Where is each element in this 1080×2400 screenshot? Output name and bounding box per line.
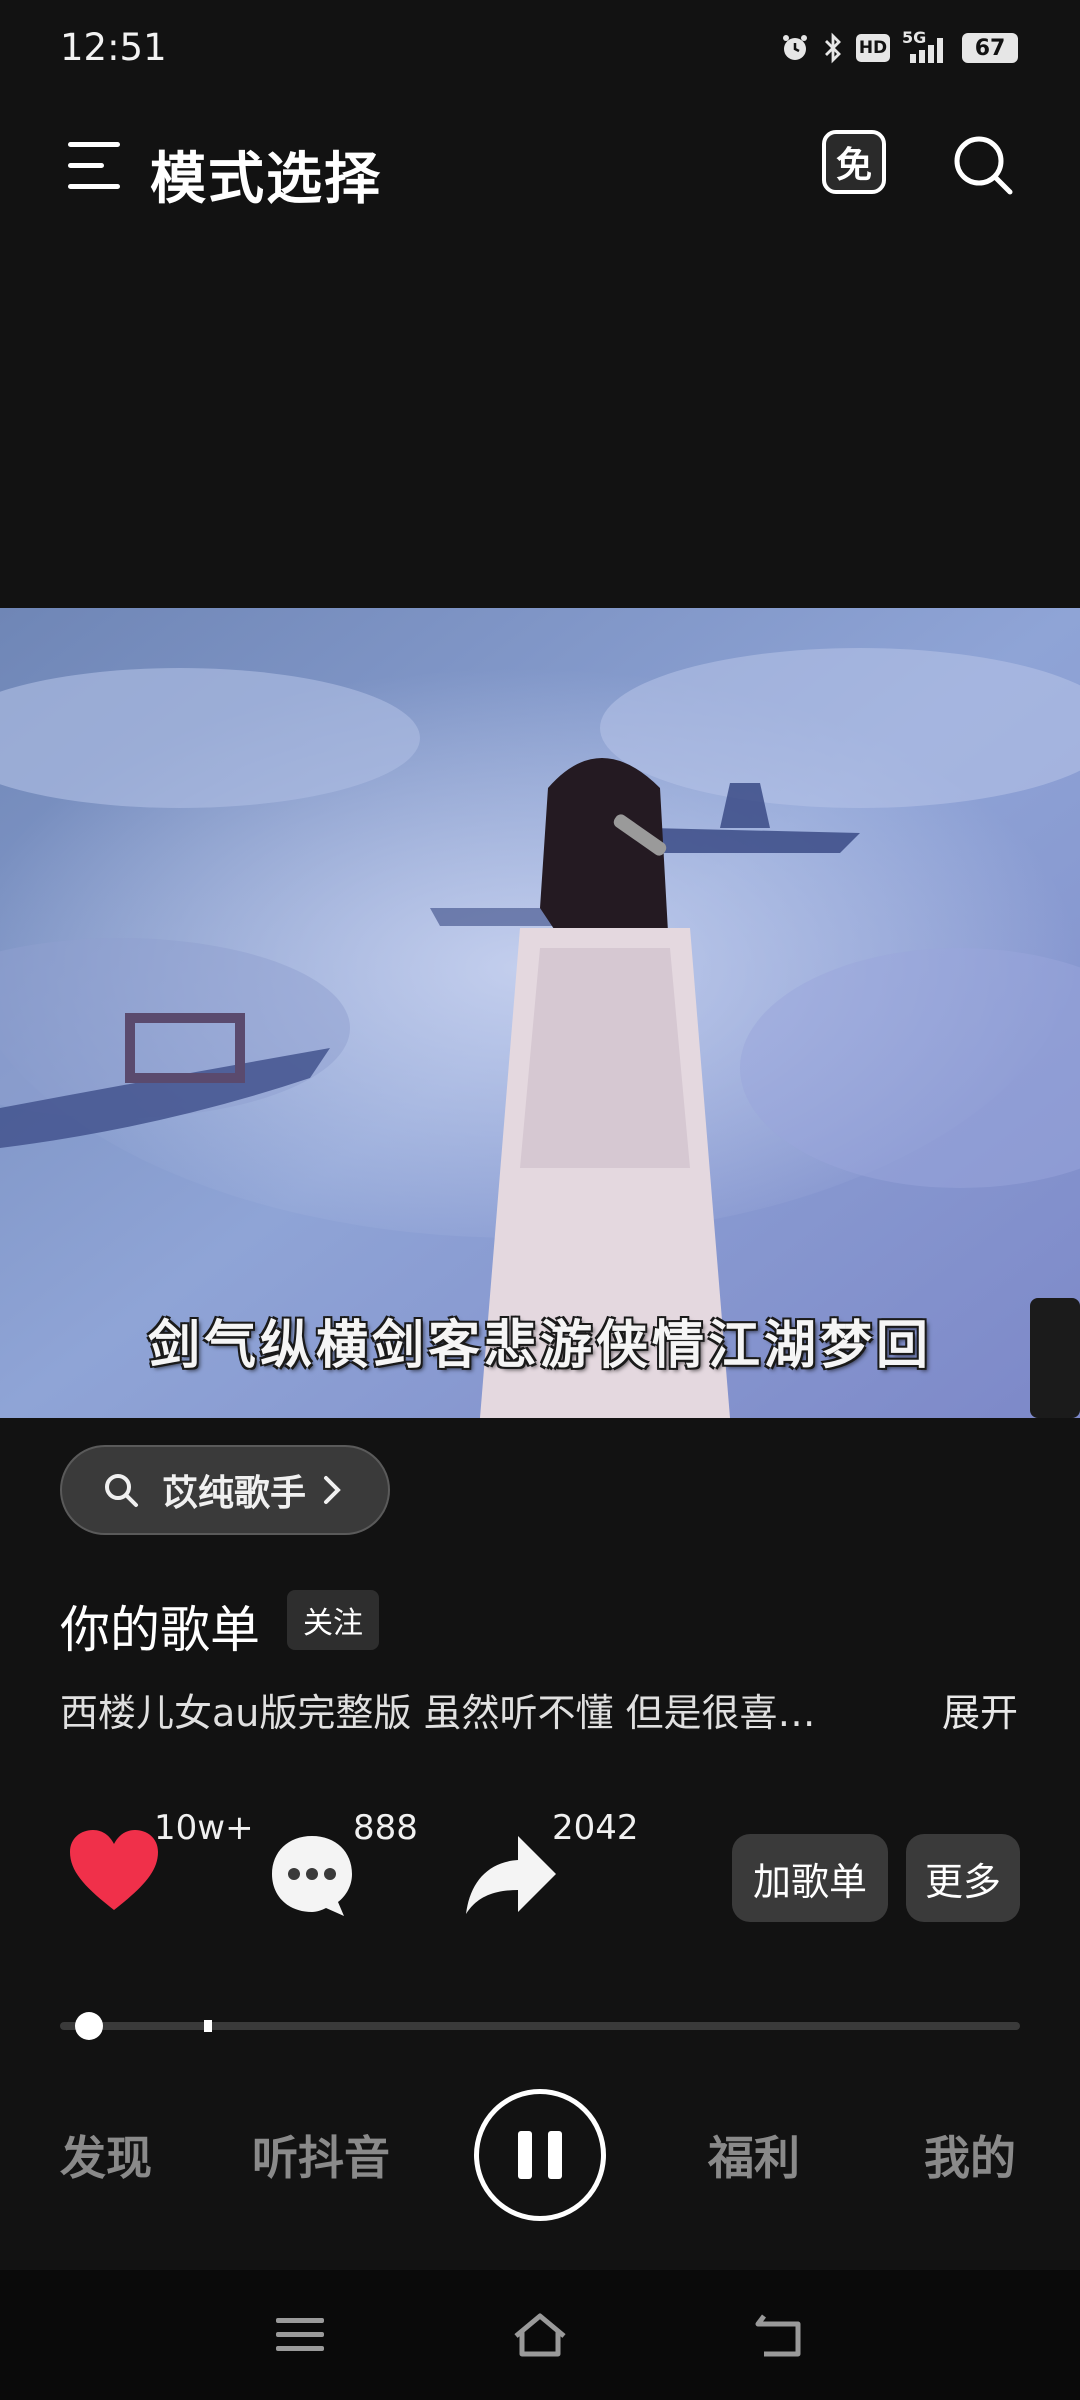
video-subtitle: 剑气纵横剑客悲游侠情江湖梦回 (147, 1315, 932, 1376)
bottom-nav: 发现 听抖音 福利 我的 (0, 2080, 1080, 2270)
follow-button[interactable]: 关注 (287, 1590, 379, 1650)
home-icon[interactable] (510, 2310, 570, 2360)
status-time: 12:51 (60, 26, 167, 69)
related-search-chip[interactable]: 苡纯歌手 (60, 1445, 390, 1535)
pause-icon-bar (548, 2131, 562, 2179)
search-icon[interactable] (950, 132, 1016, 198)
menu-icon[interactable] (64, 138, 124, 194)
video-player[interactable]: 剑气纵横剑客悲游侠情江湖梦回 (0, 608, 1080, 1418)
hd-icon: HD (856, 34, 890, 62)
5g-signal-icon: 5G (902, 28, 950, 64)
search-icon (105, 1474, 138, 1507)
recent-apps-icon[interactable] (270, 2310, 330, 2360)
nav-item-welfare[interactable]: 福利 (708, 2122, 800, 2188)
page-title[interactable]: 模式选择 (150, 134, 382, 215)
expand-link[interactable]: 展开 (942, 1682, 1018, 1737)
chevron-right-icon (324, 1476, 341, 1504)
app-bar: 模式选择 免 (0, 100, 1080, 240)
comment-icon (272, 1836, 352, 1916)
playlist-description: 西楼儿女au版完整版 虽然听不懂 但是很喜… (60, 1691, 816, 1735)
share-count: 2042 (552, 1808, 639, 1848)
nav-item-me[interactable]: 我的 (924, 2122, 1016, 2188)
share-icon (466, 1836, 556, 1914)
comment-button[interactable] (268, 1832, 358, 1922)
battery-icon: 67 (962, 33, 1018, 63)
bluetooth-icon (825, 32, 841, 64)
progress-buffer-marker (204, 2020, 212, 2032)
progress-thumb[interactable] (74, 2012, 103, 2040)
add-to-playlist-button[interactable]: 加歌单 (732, 1834, 888, 1922)
search-chip-label: 苡纯歌手 (162, 1473, 307, 1514)
video-frame (0, 608, 1080, 1418)
hd-label: HD (858, 38, 888, 58)
share-button[interactable] (462, 1832, 562, 1922)
comment-count: 888 (353, 1808, 418, 1848)
like-button[interactable] (66, 1826, 166, 1926)
nav-item-listen-douyin[interactable]: 听抖音 (252, 2122, 390, 2188)
heart-icon (70, 1830, 158, 1910)
system-nav-bar (0, 2270, 1080, 2400)
alarm-icon (783, 35, 807, 60)
pause-button[interactable] (474, 2089, 606, 2221)
like-count: 10w+ (154, 1808, 254, 1848)
back-icon[interactable] (750, 2310, 810, 2360)
more-button[interactable]: 更多 (906, 1834, 1020, 1922)
signal-bars-icon (910, 38, 943, 63)
pause-icon (518, 2131, 532, 2179)
status-icons: HD 5G 67 (780, 28, 1018, 64)
battery-level: 67 (974, 35, 1006, 61)
free-icon-label: 免 (835, 145, 872, 186)
nav-item-discover[interactable]: 发现 (60, 2122, 152, 2188)
free-mode-icon[interactable]: 免 (822, 130, 892, 200)
status-bar: 12:51 HD 5G 67 (0, 0, 1080, 100)
playlist-title[interactable]: 你的歌单 (60, 1590, 260, 1662)
